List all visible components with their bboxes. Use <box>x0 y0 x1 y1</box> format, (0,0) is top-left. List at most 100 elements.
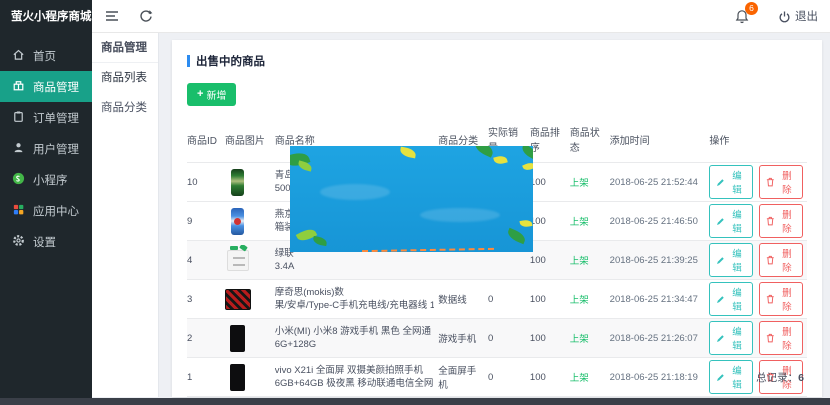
product-thumbnail <box>225 245 251 275</box>
sidebar-item-appcenter[interactable]: 应用中心 <box>0 195 92 226</box>
header-date: 添加时间 <box>610 132 710 147</box>
product-id-cell: 3 <box>187 294 225 305</box>
product-name-cell: vivo X21i 全面屏 双摄美颜拍照手机 6GB+64GB 极夜黑 移动联通… <box>275 364 438 390</box>
category-cell: 游戏手机 <box>438 331 488 345</box>
header-status: 商品状态 <box>570 124 610 154</box>
delete-icon <box>766 177 775 187</box>
product-id-cell: 2 <box>187 333 225 344</box>
sidebar-item-label: 小程序 <box>33 172 68 188</box>
date-cell: 2018-06-25 21:18:19 <box>610 372 710 383</box>
orders-icon <box>12 110 25 126</box>
leaf-icon <box>297 160 313 171</box>
plus-icon: + <box>197 89 203 100</box>
logout-button[interactable]: 退出 <box>778 8 818 24</box>
status-cell: 上架 <box>570 292 610 306</box>
product-id-cell: 4 <box>187 255 225 266</box>
delete-icon <box>766 294 775 304</box>
date-cell: 2018-06-25 21:52:44 <box>610 177 710 188</box>
app: { "colors": { "sidebar_bg": "#1f272c", "… <box>0 0 830 405</box>
leaf-icon <box>399 147 416 159</box>
edit-icon <box>716 295 725 304</box>
header-category: 商品分类 <box>438 132 488 147</box>
product-image-cell <box>225 245 275 275</box>
sidebar-item-miniprogram[interactable]: 小程序 <box>0 164 92 195</box>
submenu-title: 商品管理 <box>92 33 158 63</box>
sidebar: 萤火小程序商城 首页 商品管理 订单管理 用户管理 小程序 应用中心 设置 <box>0 0 92 405</box>
power-icon <box>778 10 791 23</box>
header-product-id: 商品ID <box>187 132 225 147</box>
sort-cell: 100 <box>530 294 570 305</box>
sidebar-item-label: 设置 <box>33 234 56 250</box>
users-icon <box>12 141 25 157</box>
product-id-cell: 10 <box>187 177 225 188</box>
leaf-icon <box>493 155 508 166</box>
sidebar-item-goods[interactable]: 商品管理 <box>0 71 92 102</box>
collapse-menu-icon[interactable] <box>100 4 124 28</box>
leaf-icon <box>522 161 533 172</box>
sidebar-menu: 首页 商品管理 订单管理 用户管理 小程序 应用中心 设置 <box>0 40 92 257</box>
edit-button[interactable]: 编辑 <box>709 321 753 355</box>
header-actions: 操作 <box>709 132 807 147</box>
leaf-icon <box>312 236 327 246</box>
refresh-icon[interactable] <box>134 4 158 28</box>
sidebar-item-label: 首页 <box>33 48 56 64</box>
delete-button[interactable]: 删除 <box>759 165 803 199</box>
edit-button[interactable]: 编辑 <box>709 360 753 394</box>
records-total: 总记录：6 <box>756 370 804 385</box>
bottom-bar <box>0 398 830 405</box>
sidebar-item-label: 订单管理 <box>33 110 79 126</box>
leaf-icon <box>473 146 496 158</box>
topbar: 6 退出 <box>92 0 830 33</box>
product-id-cell: 9 <box>187 216 225 227</box>
submenu-item-product-category[interactable]: 商品分类 <box>92 93 158 123</box>
sidebar-item-label: 用户管理 <box>33 141 79 157</box>
edit-label: 编辑 <box>728 168 746 196</box>
date-cell: 2018-06-25 21:39:25 <box>610 255 710 266</box>
notification-bell[interactable]: 6 <box>730 4 754 28</box>
header-product-image: 商品图片 <box>225 132 275 147</box>
delete-button[interactable]: 删除 <box>759 321 803 355</box>
actions-cell: 编辑 删除 <box>709 165 807 199</box>
status-cell: 上架 <box>570 214 610 228</box>
add-button-label: 新增 <box>206 87 226 102</box>
delete-button[interactable]: 删除 <box>759 204 803 238</box>
date-cell: 2018-06-25 21:26:07 <box>610 333 710 344</box>
sidebar-item-home[interactable]: 首页 <box>0 40 92 71</box>
name-line-2: 6G+128G <box>275 338 434 351</box>
sort-cell: 100 <box>530 255 570 266</box>
product-thumbnail <box>225 167 251 197</box>
section-title-row: 出售中的商品 <box>187 53 807 69</box>
miniprogram-icon <box>12 172 25 188</box>
edit-button[interactable]: 编辑 <box>709 243 753 277</box>
actions-cell: 编辑 删除 <box>709 282 807 316</box>
delete-label: 删除 <box>778 207 796 235</box>
delete-label: 删除 <box>778 285 796 313</box>
edit-button[interactable]: 编辑 <box>709 204 753 238</box>
name-line-2: 果/安卓/Type-C手机充电线/充电器线 1... <box>275 299 434 312</box>
sort-cell: 100 <box>530 372 570 383</box>
edit-button[interactable]: 编辑 <box>709 165 753 199</box>
product-thumbnail <box>225 206 251 236</box>
name-line-1: vivo X21i 全面屏 双摄美颜拍照手机 <box>275 364 434 377</box>
sidebar-item-settings[interactable]: 设置 <box>0 226 92 257</box>
product-image-cell <box>225 323 275 353</box>
edit-icon <box>716 334 725 343</box>
sidebar-item-users[interactable]: 用户管理 <box>0 133 92 164</box>
goods-icon <box>12 79 25 95</box>
delete-button[interactable]: 删除 <box>759 243 803 277</box>
image-preview-overlay <box>290 146 533 252</box>
delete-button[interactable]: 删除 <box>759 282 803 316</box>
delete-icon <box>766 216 775 226</box>
sort-cell: 100 <box>530 177 570 188</box>
edit-label: 编辑 <box>728 324 746 352</box>
add-button[interactable]: + 新增 <box>187 83 236 106</box>
sidebar-item-orders[interactable]: 订单管理 <box>0 102 92 133</box>
product-thumbnail <box>225 362 251 392</box>
home-icon <box>12 48 25 64</box>
submenu-item-product-list[interactable]: 商品列表 <box>92 63 158 93</box>
cloud-shape <box>420 208 500 222</box>
status-cell: 上架 <box>570 175 610 189</box>
category-cell: 数据线 <box>438 292 488 306</box>
edit-button[interactable]: 编辑 <box>709 282 753 316</box>
leaf-icon <box>520 146 533 159</box>
